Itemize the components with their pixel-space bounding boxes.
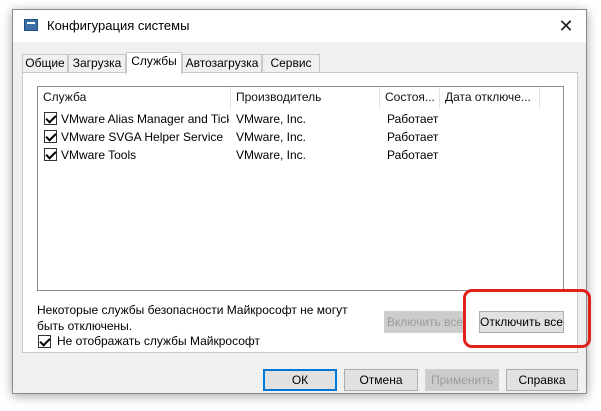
column-header-disabled-date[interactable]: Дата отключе...: [440, 87, 540, 109]
enable-all-button[interactable]: Включить все: [384, 311, 466, 333]
highlight-annotation: [463, 289, 591, 348]
tab-services[interactable]: Службы: [126, 52, 182, 74]
security-services-note: Некоторые службы безопасности Майкрософт…: [37, 303, 348, 333]
service-status: Работает: [387, 130, 439, 144]
tab-boot[interactable]: Загрузка: [68, 54, 126, 72]
msconfig-app-icon: [24, 19, 38, 31]
service-status: Работает: [387, 112, 439, 126]
column-header-service[interactable]: Служба: [38, 87, 231, 109]
service-name: VMware Tools: [61, 148, 137, 162]
window-title: Конфигурация системы: [47, 18, 190, 33]
service-vendor: VMware, Inc.: [236, 148, 307, 162]
table-row[interactable]: VMware Alias Manager and Ticke... VMware…: [38, 110, 563, 128]
service-checkbox[interactable]: [44, 130, 57, 143]
help-button[interactable]: Справка: [506, 369, 578, 391]
hide-microsoft-services-checkbox[interactable]: [38, 335, 51, 348]
service-vendor: VMware, Inc.: [236, 130, 307, 144]
tab-tools[interactable]: Сервис: [262, 54, 320, 72]
service-checkbox[interactable]: [44, 148, 57, 161]
hide-microsoft-services-label: Не отображать службы Майкрософт: [57, 334, 261, 348]
table-row[interactable]: VMware Tools VMware, Inc. Работает: [38, 146, 563, 164]
tab-startup[interactable]: Автозагрузка: [182, 54, 262, 72]
title-bar: Конфигурация системы ✕: [13, 10, 586, 42]
column-header-status[interactable]: Состоя...: [380, 87, 440, 109]
service-vendor: VMware, Inc.: [236, 112, 307, 126]
service-name: VMware Alias Manager and Ticke...: [61, 112, 229, 126]
services-list[interactable]: Служба Производитель Состоя... Дата откл…: [37, 86, 564, 291]
service-checkbox[interactable]: [44, 112, 57, 125]
service-status: Работает: [387, 148, 439, 162]
tab-general[interactable]: Общие: [22, 54, 68, 72]
apply-button[interactable]: Применить: [425, 369, 499, 391]
ok-button[interactable]: ОК: [263, 369, 337, 391]
service-name: VMware SVGA Helper Service: [61, 130, 224, 144]
cancel-button[interactable]: Отмена: [344, 369, 418, 391]
close-button[interactable]: ✕: [546, 10, 586, 42]
system-config-window: Конфигурация системы ✕ Общие Загрузка Сл…: [12, 9, 591, 394]
table-row[interactable]: VMware SVGA Helper Service VMware, Inc. …: [38, 128, 563, 146]
column-header-vendor[interactable]: Производитель: [231, 87, 380, 109]
